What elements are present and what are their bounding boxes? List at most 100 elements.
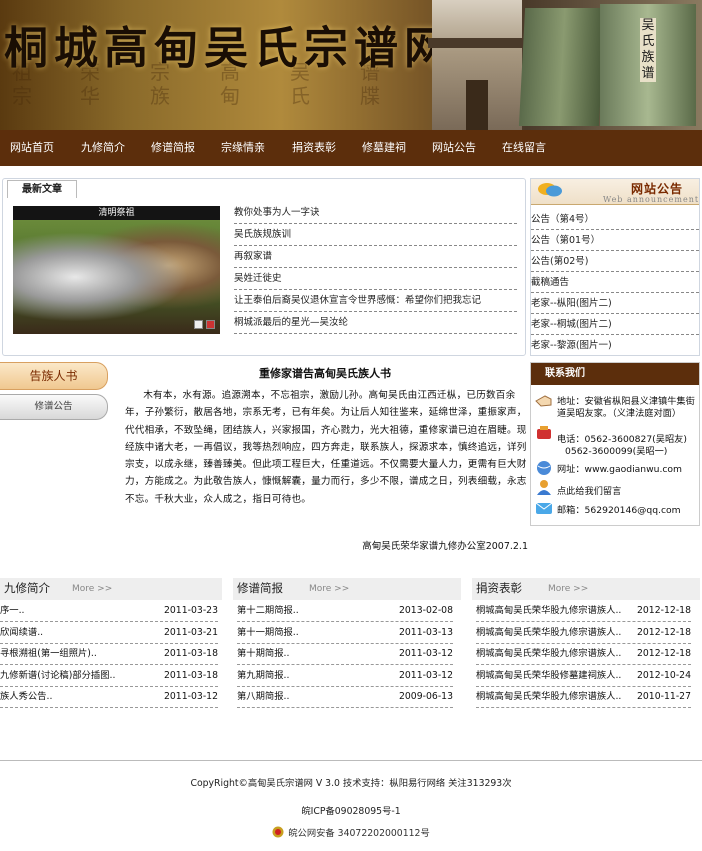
item-title[interactable]: 族人秀公告.. xyxy=(0,691,52,702)
latest-article-link[interactable]: 再叙家谱 xyxy=(234,246,517,268)
nav-announcements[interactable]: 网站公告 xyxy=(432,130,476,166)
item-title[interactable]: 桐城高甸吴氏荣华股九修宗谱族人.. xyxy=(476,691,621,702)
nav-intro[interactable]: 九修简介 xyxy=(81,130,125,166)
item-date: 2012-12-18 xyxy=(636,627,691,638)
featured-photo[interactable]: 清明祭祖 xyxy=(13,206,220,334)
announcement-link[interactable]: 截稿通告 xyxy=(531,272,699,293)
item-title[interactable]: 桐城高甸吴氏荣华股九修宗谱族人.. xyxy=(476,648,621,659)
nav-donations[interactable]: 捐资表彰 xyxy=(292,130,336,166)
book-label: 吴氏族谱 xyxy=(640,18,656,82)
item-title[interactable]: 欣闻续谱.. xyxy=(0,627,43,638)
item-title[interactable]: 九修新谱(讨论稿)部分插图.. xyxy=(0,670,115,681)
item-title[interactable]: 第九期简报.. xyxy=(237,670,289,681)
latest-article-link[interactable]: 桐城派最后的星光—吴汝纶 xyxy=(234,312,517,334)
more-link[interactable]: More >> xyxy=(72,584,112,594)
bulletin-list-item[interactable]: 第十期简报.. 2011-03-12 xyxy=(237,643,453,665)
latest-articles-tab[interactable]: 最新文章 xyxy=(7,180,77,198)
column-title: 捐资表彰 xyxy=(476,581,522,595)
item-title[interactable]: 序一.. xyxy=(0,605,25,616)
site-banner: 祖 宗 荣 华 宗 族 高 甸 吴 氏 谱 牒 桐城高甸吴氏宗谱网 吴氏族谱 xyxy=(0,0,702,130)
genealogy-notice-button[interactable]: 修谱公告 xyxy=(0,394,108,420)
contact-email: 邮箱：562920146@qq.com xyxy=(557,505,681,516)
article-body: 木有本，水有源。追源溯本，不忘祖宗，激励儿孙。高甸吴氏由江西迁枞，已历数百余年，… xyxy=(125,390,527,505)
item-title[interactable]: 第十期简报.. xyxy=(237,648,289,659)
slide-prev-icon[interactable] xyxy=(194,320,203,329)
clan-letter-tab[interactable]: 告族人书 xyxy=(0,362,108,390)
item-title[interactable]: 寻根溯祖(第一组照片).. xyxy=(0,648,97,659)
bulletin-list-item[interactable]: 第十一期简报.. 2011-03-13 xyxy=(237,622,453,644)
pointing-hand-icon xyxy=(535,395,552,407)
police-badge-icon xyxy=(272,826,284,838)
nav-guestbook[interactable]: 在线留言 xyxy=(502,130,546,166)
intro-list-item[interactable]: 寻根溯祖(第一组照片).. 2011-03-18 xyxy=(0,643,218,665)
item-title[interactable]: 桐城高甸吴氏荣华股修墓建祠族人.. xyxy=(476,670,621,681)
item-title[interactable]: 第十一期简报.. xyxy=(237,627,299,638)
announcement-link[interactable]: 老家--枞阳(图片二) xyxy=(531,293,699,314)
item-date: 2011-03-21 xyxy=(163,627,218,638)
item-date: 2012-12-18 xyxy=(636,648,691,659)
email-icon xyxy=(535,502,553,514)
donations-list-item[interactable]: 桐城高甸吴氏荣华股九修宗谱族人.. 2012-12-18 xyxy=(476,643,691,665)
nav-kinship[interactable]: 宗缘情亲 xyxy=(221,130,265,166)
announcement-header: 网站公告 Web announcement xyxy=(531,179,699,205)
announcement-link[interactable]: 老家--桐城(图片二) xyxy=(531,314,699,335)
column-title: 修谱简报 xyxy=(237,581,283,595)
speech-bubble-icon xyxy=(538,183,562,197)
intro-list-item[interactable]: 九修新谱(讨论稿)部分插图.. 2011-03-18 xyxy=(0,665,218,687)
footer-icp[interactable]: 皖ICP备09028095号-1 xyxy=(0,803,702,817)
footer-divider xyxy=(0,760,702,761)
announcement-link[interactable]: 老家--黎源(图片一) xyxy=(531,335,699,356)
ancestral-hall-image xyxy=(428,0,526,130)
main-nav: 网站首页 九修简介 修谱简报 宗缘情亲 捐资表彰 修墓建祠 网站公告 在线留言 xyxy=(0,130,702,166)
nav-home[interactable]: 网站首页 xyxy=(10,130,54,166)
bulletin-list-item[interactable]: 第十二期简报.. 2013-02-08 xyxy=(237,600,453,622)
item-title[interactable]: 桐城高甸吴氏荣华股九修宗谱族人.. xyxy=(476,605,621,616)
item-date: 2011-03-12 xyxy=(163,691,218,702)
latest-article-link[interactable]: 让王泰伯后裔吴仪退休宣言令世界感慨：希望你们把我忘记 xyxy=(234,290,517,312)
item-date: 2011-03-12 xyxy=(398,670,453,681)
slideshow-controls xyxy=(194,320,216,330)
phone-icon xyxy=(537,426,551,439)
announcement-link[interactable]: 公告（第01号） xyxy=(531,230,699,251)
footer-police-record[interactable]: 皖公网安备 34072202000112号 xyxy=(0,825,702,839)
nav-bulletin[interactable]: 修谱简报 xyxy=(151,130,195,166)
item-title[interactable]: 第十二期简报.. xyxy=(237,605,299,616)
police-record-text[interactable]: 皖公网安备 34072202000112号 xyxy=(288,828,430,839)
slide-next-icon[interactable] xyxy=(206,320,215,329)
item-date: 2009-06-13 xyxy=(398,691,453,702)
item-date: 2011-03-18 xyxy=(163,648,218,659)
latest-article-link[interactable]: 吴姓迁徙史 xyxy=(234,268,517,290)
nav-tombs[interactable]: 修墓建祠 xyxy=(362,130,406,166)
donations-column-header: 捐资表彰 More >> xyxy=(472,578,700,600)
donations-list-item[interactable]: 桐城高甸吴氏荣华股九修宗谱族人.. 2012-12-18 xyxy=(476,622,691,644)
announcement-link[interactable]: 公告（第4号） xyxy=(531,209,699,230)
announcement-link[interactable]: 公告(第02号) xyxy=(531,251,699,272)
genealogy-book-image xyxy=(518,8,606,126)
intro-list-item[interactable]: 族人秀公告.. 2011-03-12 xyxy=(0,686,218,708)
column-title: 九修简介 xyxy=(4,581,50,595)
user-icon xyxy=(537,480,551,495)
donations-list-item[interactable]: 桐城高甸吴氏荣华股修墓建祠族人.. 2012-10-24 xyxy=(476,665,691,687)
item-date: 2011-03-13 xyxy=(398,627,453,638)
article-title: 重修家谱告高甸吴氏族人书 xyxy=(259,367,391,380)
bulletin-column-header: 修谱简报 More >> xyxy=(233,578,461,600)
more-link[interactable]: More >> xyxy=(309,584,349,594)
item-date: 2010-11-27 xyxy=(636,691,691,702)
footer-copyright: CopyRight©高甸吴氏宗谱网 V 3.0 技术支持：枞阳易行网络 关注31… xyxy=(190,778,512,789)
item-title[interactable]: 桐城高甸吴氏荣华股九修宗谱族人.. xyxy=(476,627,621,638)
item-title[interactable]: 第八期简报.. xyxy=(237,691,289,702)
contact-website[interactable]: 网址：www.gaodianwu.com xyxy=(557,464,682,476)
contact-title: 联系我们 xyxy=(531,363,699,385)
contact-box: 联系我们 地址：安徽省枞阳县义津镇牛集街道吴昭友家。（义津法庭对面） 电话：05… xyxy=(530,362,700,526)
intro-list-item[interactable]: 欣闻续谱.. 2011-03-21 xyxy=(0,622,218,644)
bulletin-list-item[interactable]: 第九期简报.. 2011-03-12 xyxy=(237,665,453,687)
donations-list-item[interactable]: 桐城高甸吴氏荣华股九修宗谱族人.. 2012-12-18 xyxy=(476,600,691,622)
donations-list-item[interactable]: 桐城高甸吴氏荣华股九修宗谱族人.. 2010-11-27 xyxy=(476,686,691,708)
latest-article-link[interactable]: 教你处事为人一字诀 xyxy=(234,202,517,224)
intro-list-item[interactable]: 序一.. 2011-03-23 xyxy=(0,600,218,622)
contact-message-link[interactable]: 点此给我们留言 xyxy=(557,486,621,498)
more-link[interactable]: More >> xyxy=(548,584,588,594)
photo-image[interactable] xyxy=(13,220,220,334)
latest-article-link[interactable]: 吴氏族规族训 xyxy=(234,224,517,246)
bulletin-list-item[interactable]: 第八期简报.. 2009-06-13 xyxy=(237,686,453,708)
